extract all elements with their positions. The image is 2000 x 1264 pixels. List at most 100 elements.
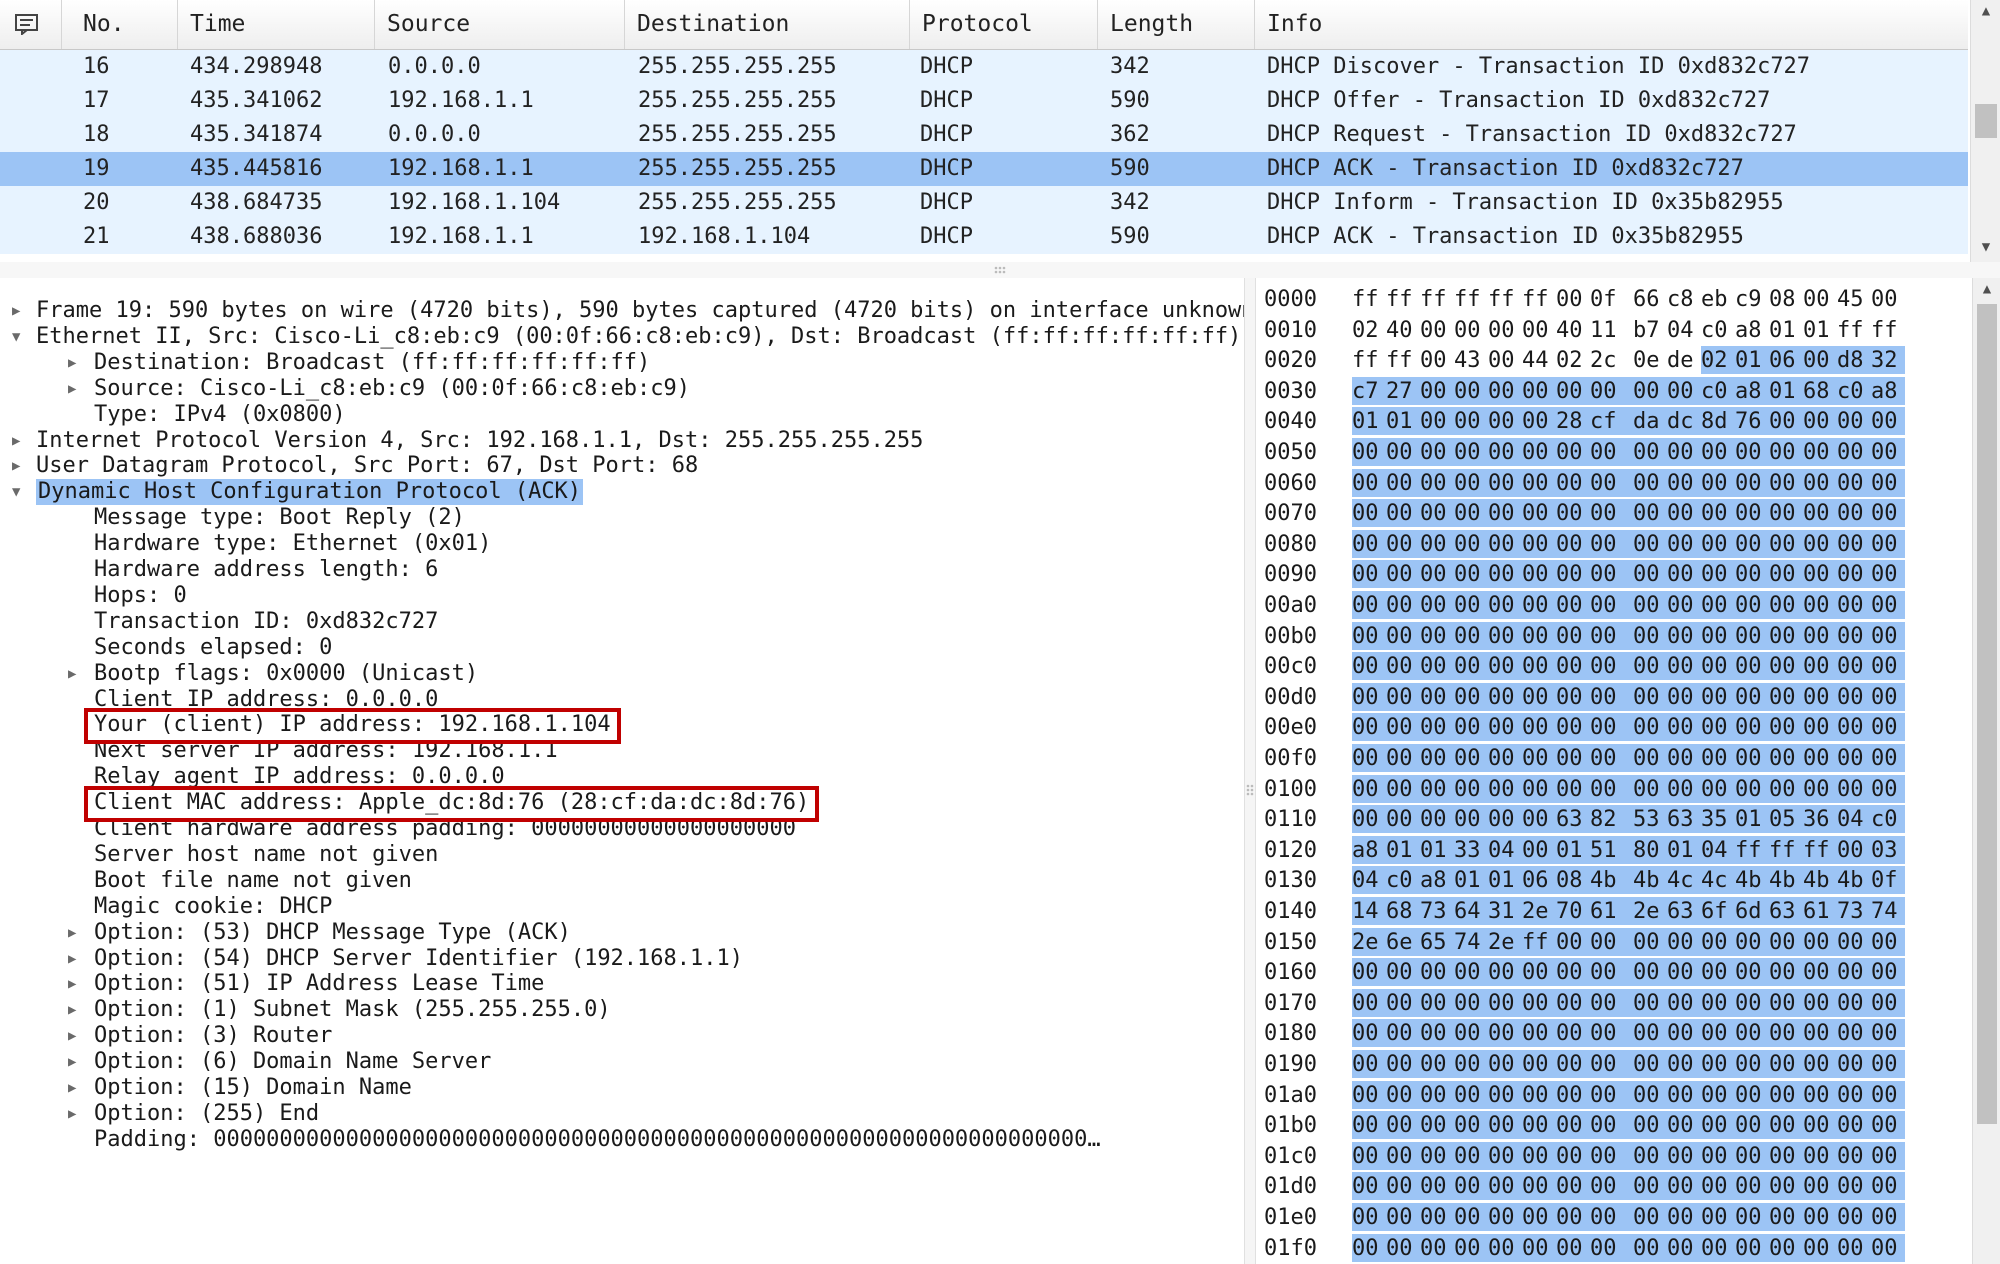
packet-details-pane[interactable]: ▶ Frame 19: 590 bytes on wire (4720 bits)…	[0, 278, 1244, 1264]
hex-byte[interactable]: ff	[1769, 835, 1803, 864]
hex-byte[interactable]: ff	[1803, 835, 1837, 864]
hex-byte[interactable]: 00	[1803, 1050, 1837, 1078]
hex-byte[interactable]: 00	[1590, 376, 1633, 405]
hex-byte[interactable]: 00	[1556, 1141, 1590, 1170]
hex-byte[interactable]: 00	[1522, 468, 1556, 497]
hex-byte[interactable]: 6e	[1386, 927, 1420, 956]
hex-byte[interactable]: 00	[1837, 468, 1871, 497]
hex-byte[interactable]: 00	[1590, 529, 1633, 558]
hex-byte[interactable]: 0f	[1871, 866, 1905, 895]
hex-byte[interactable]: 00	[1871, 438, 1905, 466]
hex-byte[interactable]: 00	[1769, 1233, 1803, 1262]
hex-byte[interactable]: 00	[1386, 682, 1420, 711]
hex-byte[interactable]: 00	[1590, 1141, 1633, 1170]
hex-byte[interactable]: 00	[1871, 1111, 1905, 1140]
hex-byte[interactable]: 2e	[1522, 897, 1556, 925]
hex-byte[interactable]: b7	[1633, 316, 1667, 344]
hex-byte[interactable]: 31	[1488, 897, 1522, 925]
hex-byte[interactable]: 00	[1701, 1111, 1735, 1140]
hex-byte[interactable]: 08	[1769, 285, 1803, 313]
hex-byte[interactable]: 00	[1633, 744, 1667, 772]
hex-byte[interactable]: 00	[1590, 774, 1633, 803]
expand-arrow-right-icon[interactable]: ▶	[68, 661, 84, 687]
hex-byte[interactable]: 00	[1488, 988, 1522, 1017]
hex-byte[interactable]: 00	[1352, 805, 1386, 834]
hex-byte[interactable]: 00	[1735, 591, 1769, 619]
hex-byte[interactable]: 00	[1701, 774, 1735, 803]
hex-byte[interactable]: 00	[1803, 1080, 1837, 1109]
expand-arrow-right-icon[interactable]: ▶	[68, 946, 84, 972]
hex-byte[interactable]: 00	[1420, 713, 1454, 742]
hex-byte[interactable]: 00	[1556, 744, 1590, 772]
hex-byte[interactable]: 00	[1667, 1203, 1701, 1231]
hex-byte[interactable]: 00	[1386, 499, 1420, 528]
hex-byte[interactable]: 00	[1803, 407, 1837, 436]
hex-byte[interactable]: 00	[1522, 988, 1556, 1017]
hex-byte[interactable]: 00	[1871, 652, 1905, 681]
hex-byte[interactable]: 00	[1633, 1050, 1667, 1078]
hex-byte[interactable]: 63	[1556, 805, 1590, 834]
hex-byte[interactable]: 00	[1837, 1141, 1871, 1170]
hex-byte[interactable]: 00	[1769, 468, 1803, 497]
hex-byte[interactable]: 01	[1769, 316, 1803, 344]
hex-byte[interactable]: 00	[1803, 744, 1837, 772]
hex-byte[interactable]: 00	[1488, 713, 1522, 742]
hex-byte[interactable]: 00	[1803, 1111, 1837, 1140]
hex-byte[interactable]: 00	[1522, 1141, 1556, 1170]
hex-byte[interactable]: 00	[1522, 376, 1556, 405]
hex-byte[interactable]: 00	[1837, 927, 1871, 956]
hex-byte[interactable]: 00	[1352, 958, 1386, 987]
hex-byte[interactable]: 00	[1871, 744, 1905, 772]
hex-byte[interactable]: 00	[1837, 529, 1871, 558]
hex-byte[interactable]: 01	[1386, 407, 1420, 436]
hex-byte[interactable]: 00	[1454, 652, 1488, 681]
hex-byte[interactable]: 00	[1803, 499, 1837, 528]
hex-byte[interactable]: 00	[1454, 1203, 1488, 1231]
hex-byte[interactable]: 11	[1590, 316, 1633, 344]
expand-arrow-down-icon[interactable]: ▼	[12, 479, 28, 505]
hex-byte[interactable]: 00	[1420, 682, 1454, 711]
hex-byte[interactable]: 65	[1420, 927, 1454, 956]
hex-byte[interactable]: 00	[1590, 744, 1633, 772]
hex-byte[interactable]: 00	[1352, 438, 1386, 466]
hex-byte[interactable]: 00	[1488, 774, 1522, 803]
bytes-pane-scrollbar[interactable]: ▲	[1972, 278, 2000, 1264]
hex-byte[interactable]: a8	[1420, 866, 1454, 895]
hex-byte[interactable]: 63	[1667, 805, 1701, 834]
hex-byte[interactable]: 00	[1633, 1233, 1667, 1262]
hex-byte[interactable]: 00	[1590, 591, 1633, 619]
hex-byte[interactable]: 45	[1837, 285, 1871, 313]
hex-byte[interactable]: c0	[1837, 376, 1871, 405]
hex-byte[interactable]: 00	[1735, 1172, 1769, 1201]
hex-byte[interactable]: 4b	[1803, 866, 1837, 895]
hex-byte[interactable]: 0f	[1590, 285, 1633, 313]
expand-arrow-right-icon[interactable]: ▶	[68, 971, 84, 997]
hex-byte[interactable]: 00	[1871, 1172, 1905, 1201]
hex-byte[interactable]: 00	[1488, 958, 1522, 987]
hex-byte[interactable]: 00	[1837, 713, 1871, 742]
hex-byte[interactable]: 00	[1522, 713, 1556, 742]
hex-byte[interactable]: 82	[1590, 805, 1633, 834]
hex-byte[interactable]: 68	[1386, 897, 1420, 925]
hex-byte[interactable]: 00	[1769, 1050, 1803, 1078]
hex-byte[interactable]: 04	[1352, 866, 1386, 895]
hex-byte[interactable]: 00	[1590, 988, 1633, 1017]
hex-byte[interactable]: 00	[1633, 1172, 1667, 1201]
hex-byte[interactable]: 00	[1667, 1019, 1701, 1048]
hex-byte[interactable]: 00	[1556, 285, 1590, 313]
hex-byte[interactable]: 00	[1590, 499, 1633, 528]
hex-byte[interactable]: 00	[1803, 927, 1837, 956]
hex-byte[interactable]: 00	[1454, 468, 1488, 497]
hex-byte[interactable]: 00	[1667, 1141, 1701, 1170]
hex-byte[interactable]: 00	[1667, 1233, 1701, 1262]
hex-byte[interactable]: 00	[1590, 1111, 1633, 1140]
hex-byte[interactable]: 00	[1556, 958, 1590, 987]
hex-byte[interactable]: da	[1633, 407, 1667, 436]
hex-byte[interactable]: 00	[1735, 927, 1769, 956]
hex-byte[interactable]: 05	[1769, 805, 1803, 834]
hex-byte[interactable]: 01	[1803, 316, 1837, 344]
hex-byte[interactable]: 00	[1522, 1111, 1556, 1140]
hex-byte[interactable]: 00	[1667, 1172, 1701, 1201]
hex-byte[interactable]: 00	[1735, 988, 1769, 1017]
hex-byte[interactable]: 00	[1352, 468, 1386, 497]
